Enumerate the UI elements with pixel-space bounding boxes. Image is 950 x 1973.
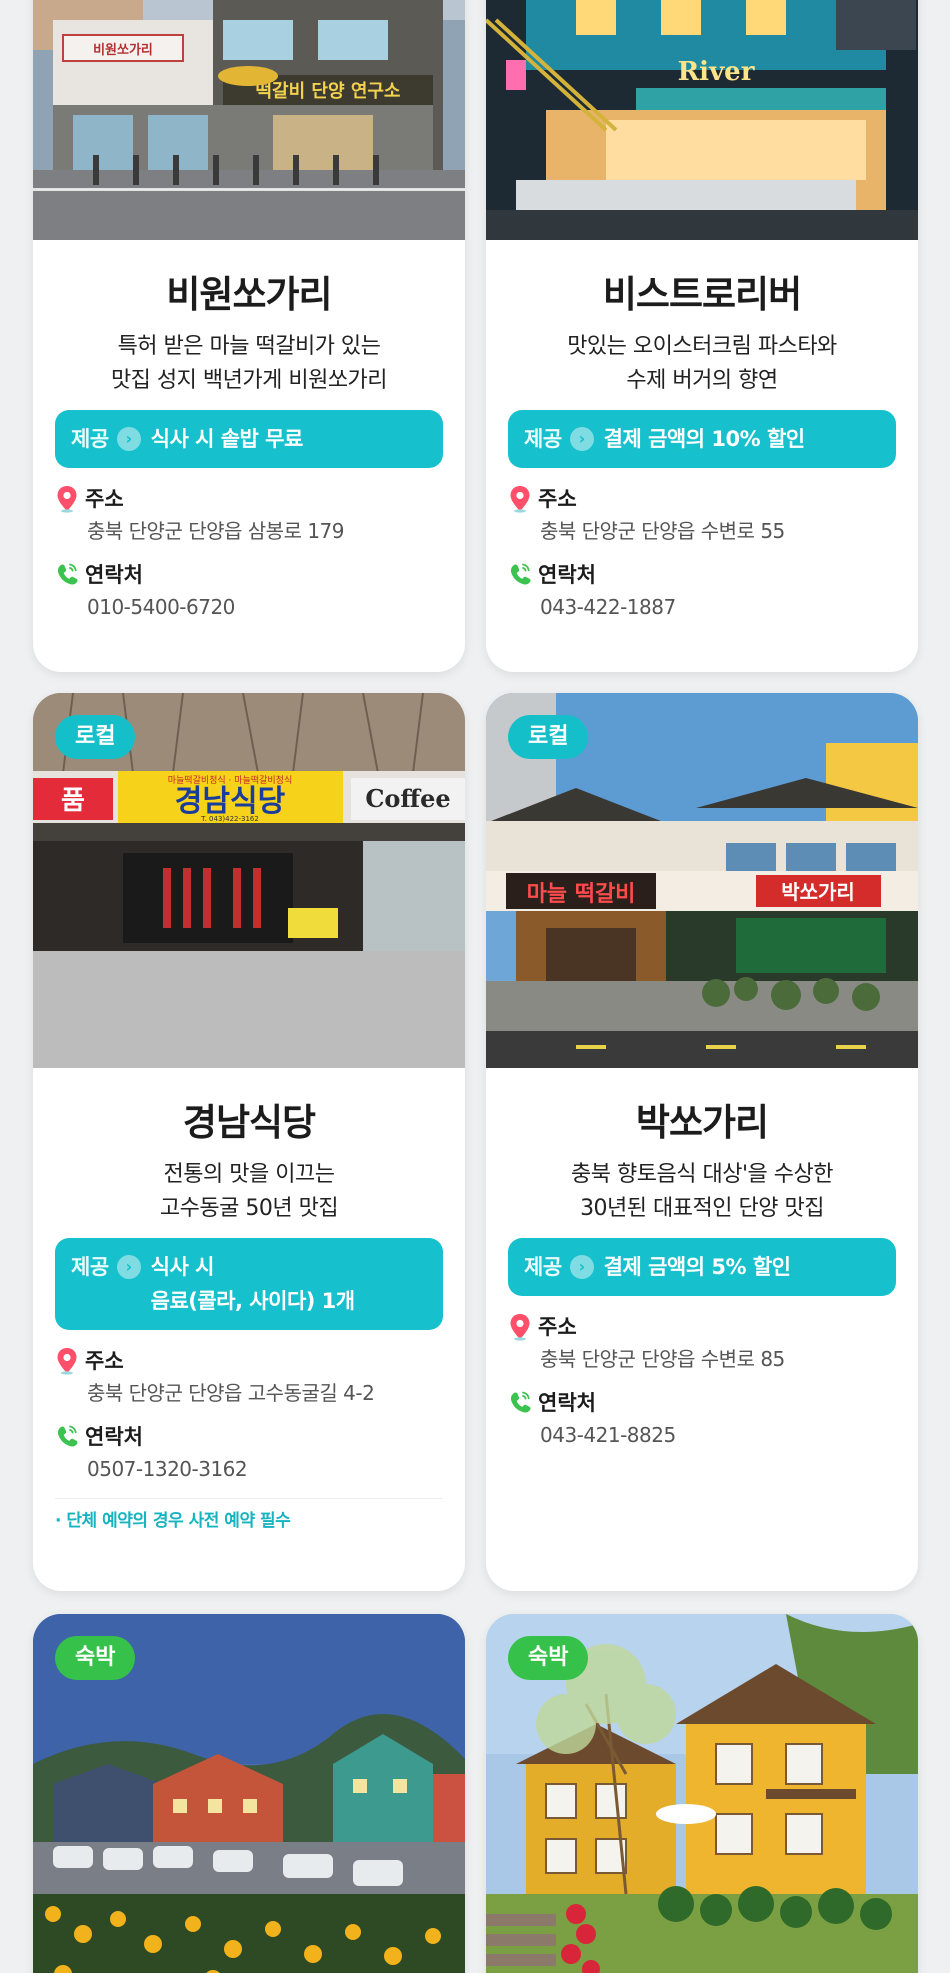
contact-label: 연락처: [85, 563, 143, 587]
store-desc-line: 30년된 대표적인 단양 맛집: [580, 1196, 824, 1221]
location-pin-icon: [57, 486, 77, 513]
address-label: 주소: [538, 487, 577, 511]
address-value: 충북 단양군 단양읍 수변로 85: [540, 1347, 785, 1371]
offer-label: 제공: [524, 427, 562, 451]
stay-card-1[interactable]: 숙박: [33, 1614, 465, 1973]
phone-value[interactable]: 043-421-8825: [508, 1418, 896, 1452]
store-card-bistro-river[interactable]: River 비스트로리버 맛있는 오이스터크림 파스타와 수제 버거의 향연 제: [486, 0, 918, 672]
location-pin-icon: [510, 486, 530, 513]
phone-value[interactable]: 0507-1320-3162: [55, 1452, 443, 1486]
address-value: 충북 단양군 단양읍 삼봉로 179: [87, 519, 345, 543]
chevron-right-icon: ›: [116, 1255, 141, 1279]
store-card-gyeongnam[interactable]: 품 마늘떡갈비정식 · 마늘떡갈비정식 경남식당 T. 043)422-3162…: [33, 693, 465, 1591]
store-desc-line: 맛집 성지 백년가게 비원쏘가리: [110, 368, 388, 393]
chevron-right-icon: ›: [569, 427, 594, 451]
category-badge: 로컬: [55, 715, 136, 759]
offer-label: 제공: [524, 1255, 562, 1279]
address-value: 충북 단양군 단양읍 고수동굴길 4-2: [87, 1381, 375, 1405]
sign-text-2: 비원쏘가리: [93, 42, 153, 58]
chevron-right-icon: ›: [569, 1255, 594, 1279]
contact-label: 연락처: [538, 563, 596, 587]
store-desc-line: 특허 받은 마늘 떡갈비가 있는: [117, 334, 381, 359]
stay-photo: 숙박: [33, 1614, 465, 1973]
address-label: 주소: [538, 1315, 577, 1339]
phone-value[interactable]: 043-422-1887: [508, 590, 896, 624]
store-name: 비원쏘가리: [166, 273, 332, 316]
phone-icon: [57, 563, 78, 585]
store-photo: 떡갈비 단양 연구소 비원쏘가리: [33, 0, 465, 240]
phone-icon: [510, 1391, 531, 1413]
store-card-biwon[interactable]: 떡갈비 단양 연구소 비원쏘가리 비원쏘가리 특허 받은 마늘 떡갈비가 있는 …: [33, 0, 465, 672]
offer-text: 음료(콜라, 사이다) 1개: [150, 1289, 355, 1313]
store-photo: River: [486, 0, 918, 240]
offer-text: 식사 시: [150, 1255, 215, 1279]
offer-label: 제공: [71, 427, 109, 451]
sign-text-2: Coffee: [365, 784, 450, 813]
chevron-right-icon: ›: [116, 427, 141, 451]
offer-text: 식사 시 솥밥 무료: [150, 427, 304, 451]
store-desc-line: 수제 버거의 향연: [626, 368, 778, 393]
store-photo: 품 마늘떡갈비정식 · 마늘떡갈비정식 경남식당 T. 043)422-3162…: [33, 693, 465, 1068]
phone-icon: [510, 563, 531, 585]
offer-box: 제공 › 결제 금액의 10% 할인: [508, 410, 896, 468]
sign-text: 박쏘가리: [781, 880, 855, 904]
sign-text: 경남식당: [175, 784, 286, 819]
phone-icon: [57, 1425, 78, 1447]
contact-label: 연락처: [85, 1425, 143, 1449]
offer-box: 제공 › 식사 시 솥밥 무료: [55, 410, 443, 468]
store-card-park-ssogari[interactable]: 마늘 떡갈비 박쏘가리 로컬 박쏘가리 충북 향토음식 대상'을 수상한 30년…: [486, 693, 918, 1591]
store-desc-line: 충북 향토음식 대상'을 수상한: [571, 1162, 833, 1187]
phone-value[interactable]: 010-5400-6720: [55, 590, 443, 624]
store-desc-line: 전통의 맛을 이끄는: [163, 1162, 335, 1187]
offer-text: 결제 금액의 5% 할인: [603, 1255, 791, 1279]
address-value: 충북 단양군 단양읍 수변로 55: [540, 519, 785, 543]
offer-box: 제공 › 식사 시 음료(콜라, 사이다) 1개: [55, 1238, 443, 1330]
offer-box: 제공 › 결제 금액의 5% 할인: [508, 1238, 896, 1296]
location-pin-icon: [510, 1314, 530, 1341]
category-badge: 숙박: [55, 1636, 136, 1680]
stay-card-2[interactable]: 숙박: [486, 1614, 918, 1973]
store-desc-line: 고수동굴 50년 맛집: [159, 1196, 339, 1221]
offer-label: 제공: [71, 1255, 109, 1279]
sign-text-2: 마늘 떡갈비: [527, 882, 636, 907]
location-pin-icon: [57, 1348, 77, 1375]
store-photo: 마늘 떡갈비 박쏘가리 로컬: [486, 693, 918, 1068]
contact-label: 연락처: [538, 1391, 596, 1415]
category-badge: 숙박: [508, 1636, 589, 1680]
store-name: 비스트로리버: [602, 273, 802, 316]
sign-text: 떡갈비 단양 연구소: [255, 80, 400, 102]
address-label: 주소: [85, 487, 124, 511]
reservation-note: · 단체 예약의 경우 사전 예약 필수: [55, 1511, 291, 1531]
store-name: 경남식당: [182, 1101, 316, 1144]
store-name: 박쏘가리: [635, 1101, 769, 1144]
sign-text: River: [678, 57, 755, 87]
category-badge: 로컬: [508, 715, 589, 759]
store-card-grid: 떡갈비 단양 연구소 비원쏘가리 비원쏘가리 특허 받은 마늘 떡갈비가 있는 …: [0, 0, 950, 1973]
sign-text-3: 품: [61, 786, 85, 816]
sign-phone: T. 043)422-3162: [200, 815, 259, 823]
offer-text: 결제 금액의 10% 할인: [603, 427, 805, 451]
stay-photo: 숙박: [486, 1614, 918, 1973]
address-label: 주소: [85, 1349, 124, 1373]
store-desc-line: 맛있는 오이스터크림 파스타와: [567, 334, 837, 359]
